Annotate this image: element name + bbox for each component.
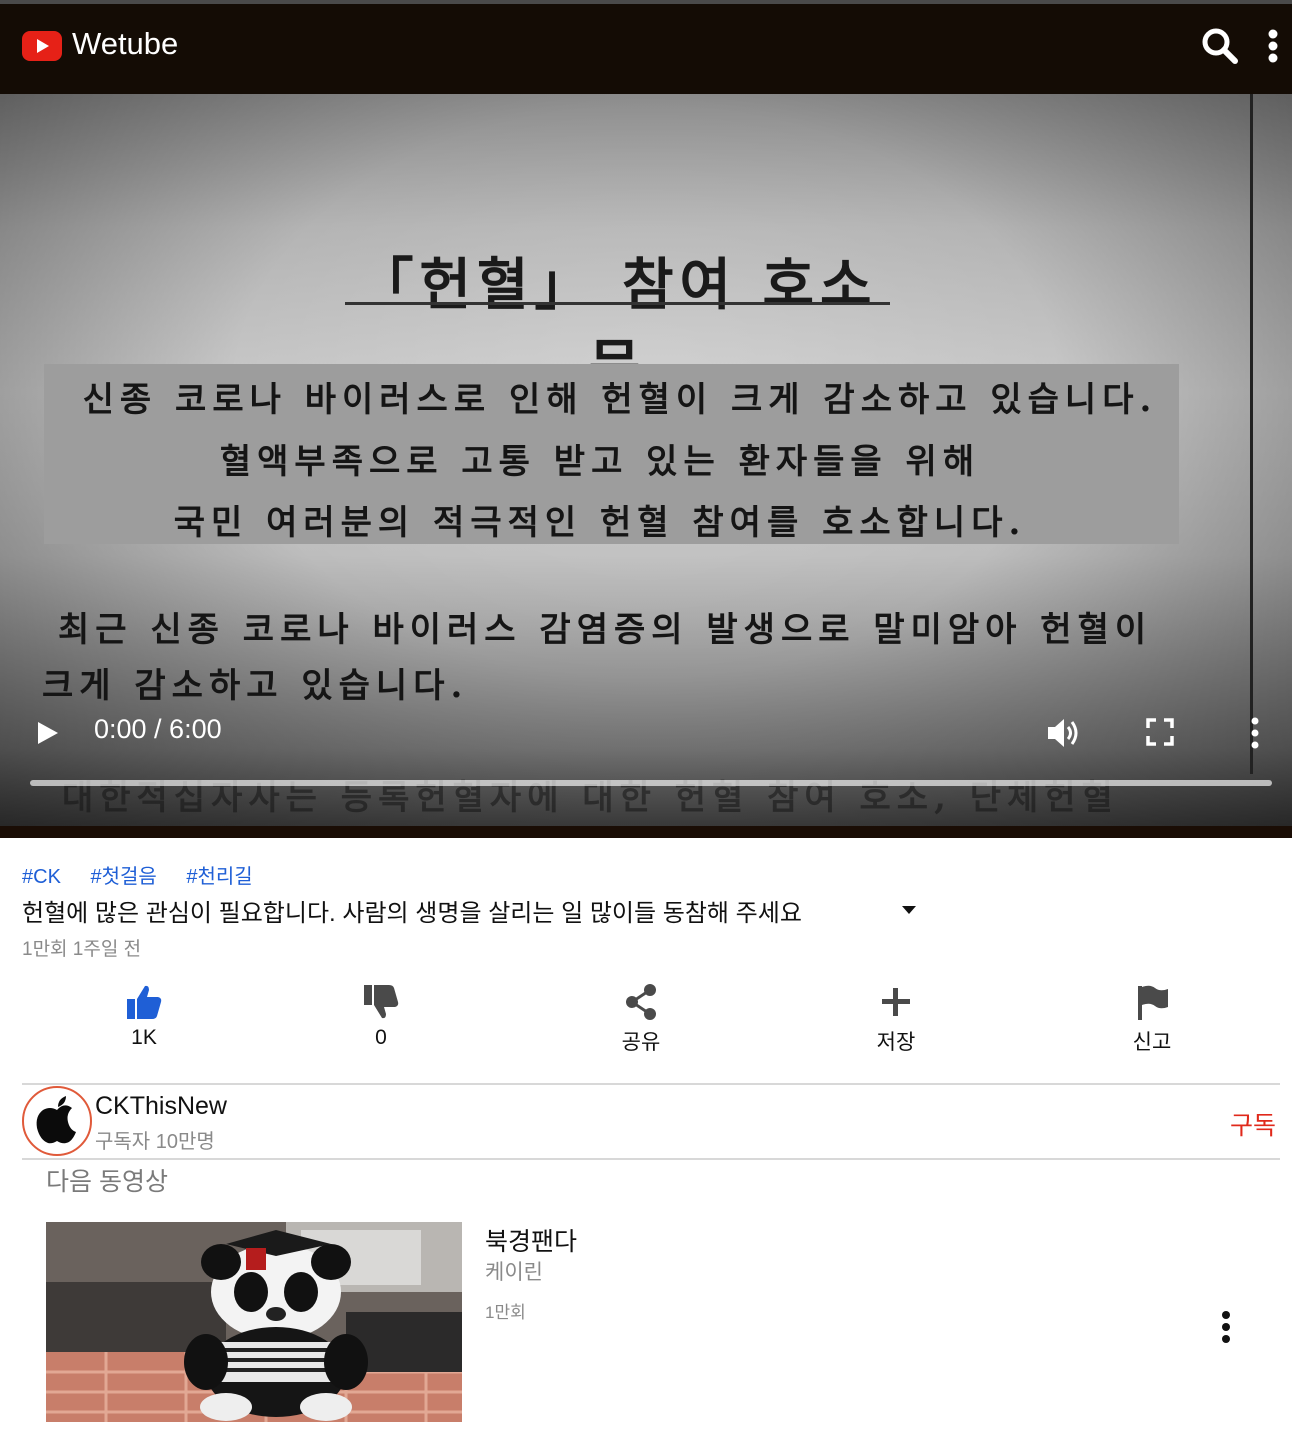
poster-body-line-1: 최근 신종 코로나 바이러스 감염증의 발생으로 말미암아 헌혈이 <box>58 610 1153 650</box>
video-bottom-edge <box>0 826 1292 838</box>
caret-down-icon[interactable] <box>900 904 918 916</box>
play-icon[interactable] <box>36 720 60 746</box>
channel-subscribers: 구독자 10만명 <box>95 1131 215 1153</box>
save-label: 저장 <box>876 1031 916 1054</box>
hashtag-link[interactable]: #천리길 <box>186 866 252 888</box>
poster-box-line-3: 국민 여러분의 적극적인 헌혈 참여를 호소합니다. <box>173 503 1027 543</box>
video-thumbnail[interactable] <box>46 1222 462 1422</box>
share-button[interactable]: 공유 <box>581 982 701 1056</box>
share-label: 공유 <box>621 1031 661 1054</box>
video-title: 헌혈에 많은 관심이 필요합니다. 사람의 생명을 살리는 일 많이들 동참해 … <box>22 900 802 927</box>
video-meta: 1만회 1주일 전 <box>22 939 142 960</box>
hashtag-list: #CK #첫걸음 #천리길 <box>22 860 277 889</box>
dislike-button[interactable]: 0 <box>321 982 441 1050</box>
video-time: 0:00 / 6:00 <box>94 714 222 744</box>
share-icon <box>626 984 656 1020</box>
hashtag-link[interactable]: #CK <box>22 866 61 888</box>
recommended-video-views: 1만회 <box>485 1303 526 1322</box>
apple-logo-icon <box>36 1096 76 1144</box>
like-button[interactable]: 1K <box>84 982 204 1050</box>
subscribe-button[interactable]: 구독 <box>1230 1106 1276 1142</box>
save-button[interactable]: 저장 <box>836 982 956 1056</box>
recommended-video-channel[interactable]: 케이린 <box>485 1256 543 1286</box>
thumbs-down-icon <box>364 985 399 1019</box>
app-title[interactable]: Wetube <box>72 26 178 62</box>
dislike-count: 0 <box>375 1026 387 1049</box>
panda-thumbnail-image <box>46 1222 462 1422</box>
volume-icon[interactable] <box>1046 716 1082 750</box>
video-more-icon[interactable] <box>1248 716 1262 750</box>
channel-name[interactable]: CKThisNew <box>95 1092 227 1121</box>
poster-body-line-2: 크게 감소하고 있습니다. <box>42 666 469 706</box>
fullscreen-icon[interactable] <box>1146 718 1174 746</box>
divider <box>22 1158 1280 1160</box>
poster-body-line-3: 대한적십자사는 등록헌혈자에 대한 헌혈 참여 호소, 단체헌혈 <box>62 778 1119 818</box>
video-player[interactable]: 「헌혈」 참여 호소문 신종 코로나 바이러스로 인해 헌혈이 크게 감소하고 … <box>0 94 1292 838</box>
poster-title-underline <box>345 302 890 305</box>
thumbs-up-icon <box>127 985 162 1019</box>
up-next-heading: 다음 동영상 <box>46 1168 168 1196</box>
more-vert-icon[interactable] <box>1218 1310 1234 1344</box>
video-progress-bar[interactable] <box>30 780 1272 786</box>
divider <box>22 1083 1280 1085</box>
avatar[interactable] <box>22 1086 92 1156</box>
report-button[interactable]: 신고 <box>1092 982 1212 1056</box>
like-count: 1K <box>131 1026 157 1049</box>
search-icon[interactable] <box>1200 26 1240 66</box>
recommended-video-title[interactable]: 북경팬다 <box>485 1222 577 1258</box>
report-label: 신고 <box>1132 1031 1172 1054</box>
app-header: Wetube <box>0 4 1292 94</box>
hashtag-link[interactable]: #첫걸음 <box>90 866 156 888</box>
poster-frame-edge <box>1250 94 1253 774</box>
plus-icon <box>882 988 910 1016</box>
more-vert-icon[interactable] <box>1258 26 1288 66</box>
poster-box-line-2: 혈액부족으로 고통 받고 있는 환자들을 위해 <box>219 442 981 482</box>
poster-box-line-1: 신종 코로나 바이러스로 인해 헌혈이 크게 감소하고 있습니다. <box>82 380 1158 420</box>
flag-icon <box>1138 985 1168 1020</box>
play-logo-icon[interactable] <box>22 31 62 61</box>
